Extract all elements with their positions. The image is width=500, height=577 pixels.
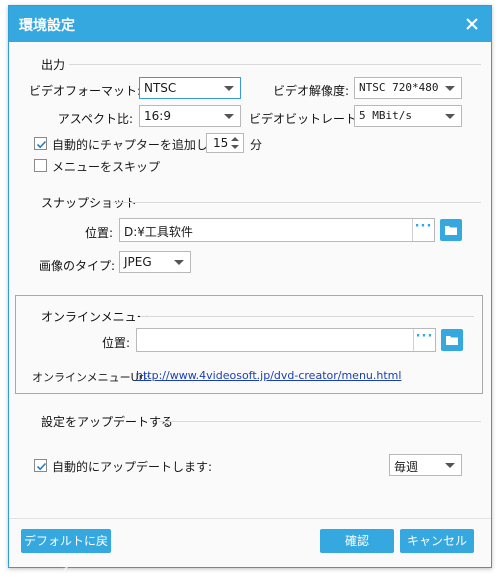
browse-dots-button[interactable]: ··· — [413, 329, 435, 351]
minutes-unit-label: 分 — [250, 138, 263, 152]
ok-button[interactable]: 確認 — [320, 529, 394, 553]
video-resolution-value: NTSC 720*480 — [359, 81, 439, 94]
snapshot-location-input[interactable]: D:¥工具软件 ··· — [119, 218, 435, 242]
chevron-down-icon — [174, 260, 184, 265]
preferences-dialog: 環境設定 出力 ビデオフォーマット: NTSC ビデオ解像度: NTSC 720… — [8, 5, 492, 572]
close-icon — [466, 18, 478, 30]
aspect-ratio-value: 16:9 — [144, 109, 171, 123]
aspect-ratio-label: アスペクト比: — [57, 112, 133, 126]
chevron-down-icon — [445, 114, 455, 119]
restore-defaults-button[interactable]: デフォルトに戻す — [21, 529, 111, 572]
chevron-down-icon — [224, 114, 234, 119]
arrow-down-icon[interactable] — [231, 145, 239, 149]
image-type-select[interactable]: JPEG — [119, 251, 191, 273]
chevron-down-icon — [445, 463, 455, 468]
online-menu-divider — [140, 316, 474, 317]
browse-dots-button[interactable]: ··· — [412, 219, 434, 241]
snapshot-location-label: 位置: — [84, 226, 113, 240]
footer-divider — [9, 518, 491, 519]
video-bitrate-select[interactable]: 5 MBit/s — [354, 105, 462, 127]
title-bar: 環境設定 — [9, 6, 491, 42]
online-location-label: 位置: — [101, 336, 130, 350]
update-section-label: 設定をアップデートする — [41, 415, 174, 429]
aspect-ratio-select[interactable]: 16:9 — [139, 105, 241, 127]
folder-icon — [445, 226, 457, 235]
video-format-label: ビデオフォーマット: — [29, 84, 142, 98]
image-type-label: 画像のタイプ: — [38, 259, 115, 273]
online-menu-url-label: オンラインメニューUrl: — [32, 371, 151, 384]
close-button[interactable] — [461, 13, 483, 35]
skip-menu-checkbox[interactable] — [34, 159, 47, 172]
video-resolution-select[interactable]: NTSC 720*480 — [354, 77, 462, 99]
online-menu-url-link[interactable]: http://www.4videosoft.jp/dvd-creator/men… — [136, 369, 401, 382]
arrow-up-icon[interactable] — [231, 137, 239, 141]
dialog-title: 環境設定 — [19, 18, 75, 34]
auto-chapter-label: 自動的にチャプターを追加します — [52, 138, 232, 152]
update-frequency-value: 毎週 — [394, 460, 419, 474]
folder-icon — [446, 336, 458, 345]
update-frequency-select[interactable]: 毎週 — [389, 454, 462, 476]
snapshot-folder-button[interactable] — [440, 219, 462, 241]
video-bitrate-value: 5 MBit/s — [359, 109, 412, 122]
video-format-select[interactable]: NTSC — [139, 77, 241, 99]
checkmark-icon — [36, 140, 47, 149]
video-resolution-label: ビデオ解像度: — [272, 84, 349, 98]
chevron-down-icon — [445, 86, 455, 91]
auto-update-label: 自動的にアップデートします: — [52, 460, 213, 474]
chapter-minutes-value: 15 — [213, 136, 229, 150]
cancel-button[interactable]: キャンセル — [400, 529, 474, 553]
output-divider — [69, 64, 481, 65]
snapshot-divider — [113, 202, 481, 203]
online-menu-section-label: オンラインメニュー — [41, 310, 149, 324]
video-bitrate-label: ビデオビットレート: — [249, 112, 362, 126]
auto-update-checkbox[interactable] — [34, 459, 47, 472]
chapter-minutes-stepper[interactable]: 15 — [206, 133, 244, 153]
online-folder-button[interactable] — [441, 329, 463, 351]
skip-menu-label: メニューをスキップ — [52, 160, 161, 174]
video-format-value: NTSC — [144, 81, 177, 95]
output-section-label: 出力 — [41, 58, 66, 72]
online-location-input[interactable]: ··· — [136, 328, 436, 352]
image-type-value: JPEG — [124, 255, 152, 269]
snapshot-location-value: D:¥工具软件 — [124, 225, 193, 239]
auto-chapter-checkbox[interactable] — [34, 137, 47, 150]
update-divider — [159, 421, 481, 422]
online-menu-panel: オンラインメニュー 位置: ··· オンラインメニューUrl: http://w… — [15, 295, 483, 394]
chevron-down-icon — [224, 86, 234, 91]
checkmark-icon — [36, 462, 47, 471]
